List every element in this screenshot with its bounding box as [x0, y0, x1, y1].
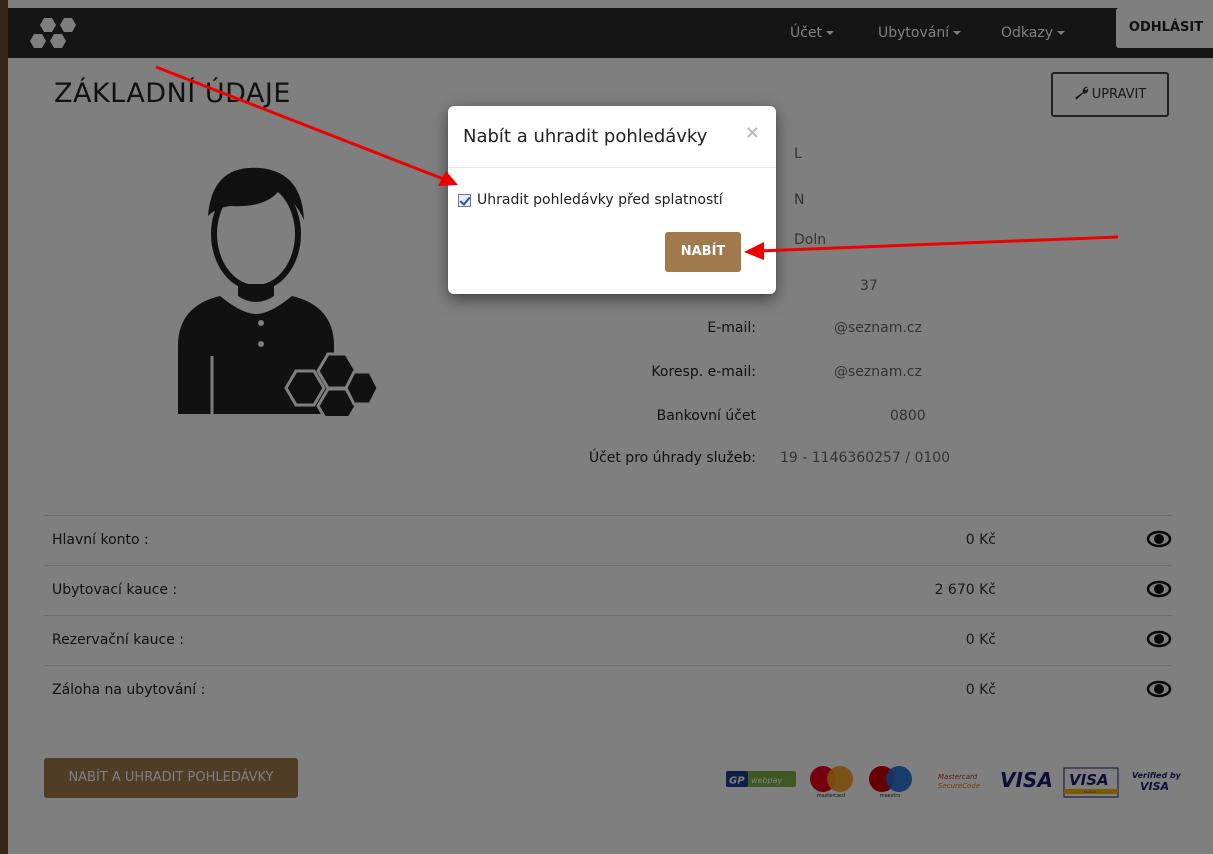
- charge-modal: Nabít a uhradit pohledávky × Uhradit poh…: [448, 106, 776, 294]
- modal-header: Nabít a uhradit pohledávky ×: [448, 106, 776, 168]
- close-icon[interactable]: ×: [745, 122, 760, 143]
- charge-button[interactable]: NABÍT: [665, 232, 741, 272]
- modal-title: Nabít a uhradit pohledávky: [463, 126, 708, 147]
- pay-early-checkbox[interactable]: [458, 194, 471, 207]
- pay-early-checkbox-label[interactable]: Uhradit pohledávky před splatností: [477, 192, 723, 208]
